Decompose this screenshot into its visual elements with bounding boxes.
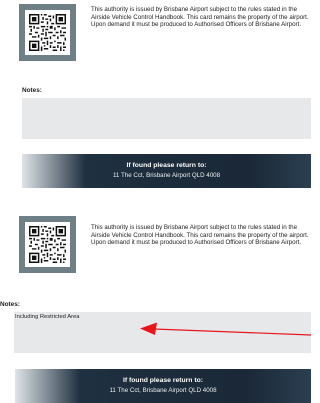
- return-footer: If found please return to: 11 The Cct, B…: [22, 154, 311, 188]
- return-title: If found please return to:: [122, 377, 204, 384]
- qr-code-frame: [19, 4, 76, 61]
- return-address: 11 The Cct, Brisbane Airport QLD 4008: [112, 172, 221, 179]
- qr-code-icon: [29, 226, 66, 263]
- red-arrow-icon: [140, 322, 311, 336]
- notes-label: Notes:: [0, 301, 20, 308]
- authority-text: This authority is issued by Brisbane Air…: [91, 224, 309, 247]
- qr-code-frame: [19, 216, 76, 273]
- notes-field[interactable]: [22, 98, 311, 139]
- access-card-annotated: This authority is issued by Brisbane Air…: [0, 212, 311, 403]
- return-footer: If found please return to: 11 The Cct, B…: [15, 369, 311, 403]
- notes-value: Including Restricted Area: [15, 314, 80, 320]
- notes-label: Notes:: [22, 87, 42, 94]
- qr-code-icon: [29, 14, 66, 51]
- return-title: If found please return to:: [126, 162, 207, 169]
- access-card-front: This authority is issued by Brisbane Air…: [0, 0, 311, 190]
- authority-text: This authority is issued by Brisbane Air…: [91, 6, 309, 29]
- return-address: 11 The Cct, Brisbane Airport QLD 4008: [109, 387, 217, 394]
